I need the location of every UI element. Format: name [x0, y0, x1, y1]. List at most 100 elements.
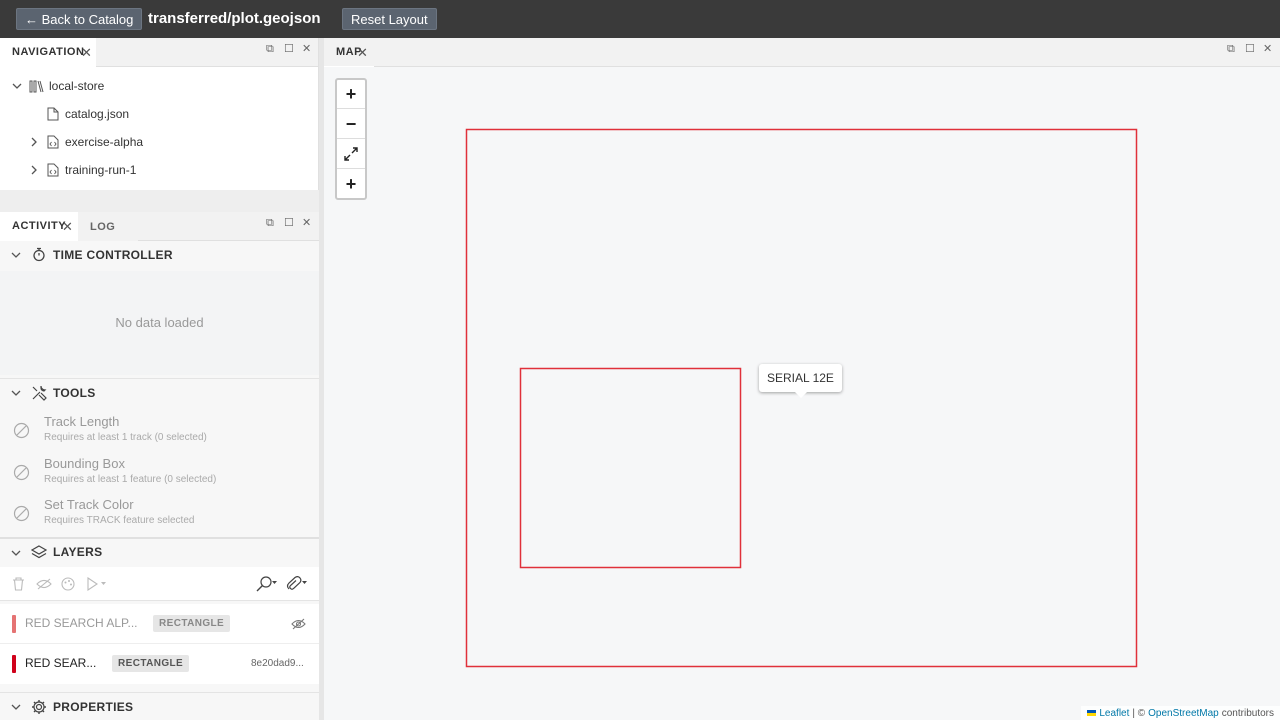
library-icon — [29, 80, 44, 93]
add-feature-button[interactable]: + — [337, 170, 365, 199]
section-title: TOOLS — [53, 385, 96, 400]
chevron-right-icon — [31, 165, 37, 175]
tree-item-local-store[interactable]: local-store — [0, 72, 319, 100]
delete-icon[interactable] — [12, 577, 25, 591]
properties-header[interactable]: PROPERTIES — [0, 692, 319, 720]
popout-icon[interactable]: ⧉ — [266, 44, 276, 55]
close-panel-icon[interactable]: ✕ — [1263, 44, 1273, 55]
activity-panel: ACTIVITY ✕ LOG ⧉ ☐ ✕ TIME CONTROLLER No … — [0, 212, 319, 720]
layer-name: RED SEAR... — [25, 656, 97, 670]
disabled-icon — [13, 464, 30, 481]
section-title: TIME CONTROLLER — [53, 248, 173, 262]
layer-row[interactable]: RED SEARCH ALP... RECTANGLE — [0, 604, 319, 644]
chevron-right-icon — [31, 137, 37, 147]
popout-icon[interactable]: ⧉ — [266, 218, 276, 229]
osm-link[interactable]: OpenStreetMap — [1148, 708, 1219, 719]
maximize-icon[interactable]: ☐ — [284, 218, 294, 229]
close-icon[interactable]: ✕ — [81, 46, 92, 59]
layer-name: RED SEARCH ALP... — [25, 616, 138, 630]
horizontal-splitter[interactable] — [0, 190, 319, 212]
search-dropdown-icon[interactable] — [256, 576, 278, 592]
tab-activity-label: ACTIVITY — [12, 220, 67, 232]
close-icon[interactable]: ✕ — [357, 46, 368, 59]
code-file-icon — [47, 135, 59, 149]
tool-name: Set Track Color — [44, 497, 134, 512]
fit-bounds-button[interactable] — [337, 140, 365, 169]
tool-name: Track Length — [44, 414, 120, 429]
top-bar: ← Back to Catalog transferred/plot.geojs… — [0, 0, 1280, 38]
tree-item-label: catalog.json — [65, 107, 130, 121]
layers-icon — [31, 545, 47, 559]
tree-item-label: training-run-1 — [65, 163, 137, 177]
hidden-eye-icon[interactable] — [291, 618, 306, 630]
file-icon — [47, 107, 59, 121]
code-file-icon — [47, 163, 59, 177]
disabled-icon — [13, 505, 30, 522]
time-controller-body: No data loaded — [0, 271, 319, 375]
layer-color-swatch — [12, 655, 16, 673]
rectangle-feature-inner[interactable] — [519, 367, 742, 569]
flag-icon — [1087, 710, 1097, 716]
layer-id: 8e20dad9... — [251, 658, 304, 669]
tree-item-label: exercise-alpha — [65, 135, 144, 149]
chevron-down-icon — [11, 252, 21, 258]
section-title: PROPERTIES — [53, 699, 134, 714]
popout-icon[interactable]: ⧉ — [1227, 44, 1237, 55]
expand-icon — [344, 147, 358, 161]
maximize-icon[interactable]: ☐ — [1245, 44, 1255, 55]
attach-dropdown-icon[interactable] — [286, 576, 308, 592]
layer-row[interactable]: RED SEAR... RECTANGLE 8e20dad9... — [0, 644, 319, 684]
hide-icon[interactable] — [36, 578, 52, 590]
chevron-down-icon — [11, 390, 21, 396]
leaflet-link[interactable]: Leaflet — [1099, 708, 1129, 719]
play-dropdown-icon[interactable] — [86, 577, 108, 591]
zoom-control: + − + — [335, 78, 367, 200]
tools-header[interactable]: TOOLS — [0, 378, 319, 406]
tab-navigation-label: NAVIGATION — [12, 46, 85, 58]
tab-log[interactable]: LOG — [78, 212, 138, 241]
tool-track-length[interactable]: Track Length Requires at least 1 track (… — [0, 414, 319, 454]
tree-item-training-run-1[interactable]: training-run-1 — [0, 156, 319, 184]
maximize-icon[interactable]: ☐ — [284, 44, 294, 55]
chevron-down-icon — [11, 704, 21, 710]
layer-type-badge: RECTANGLE — [153, 615, 231, 632]
tree-item-exercise-alpha[interactable]: exercise-alpha — [0, 128, 319, 156]
disabled-icon — [13, 422, 30, 439]
chevron-down-icon — [11, 550, 21, 556]
tool-requirement: Requires at least 1 feature (0 selected) — [44, 474, 217, 485]
tool-bounding-box[interactable]: Bounding Box Requires at least 1 feature… — [0, 456, 319, 496]
attribution-contributors: contributors — [1221, 707, 1274, 719]
tree-item-catalog-json[interactable]: catalog.json — [0, 100, 319, 128]
tab-log-label: LOG — [90, 220, 116, 233]
tool-set-track-color[interactable]: Set Track Color Requires TRACK feature s… — [0, 497, 319, 537]
back-to-catalog-button[interactable]: ← Back to Catalog — [16, 8, 143, 30]
close-icon[interactable]: ✕ — [62, 220, 73, 233]
layers-toolbar — [0, 567, 319, 601]
feature-tooltip: SERIAL 12E — [759, 364, 842, 398]
empty-state-text: No data loaded — [115, 315, 204, 330]
layer-color-swatch — [12, 615, 16, 633]
tree-item-label: local-store — [49, 79, 105, 93]
tools-icon — [32, 385, 47, 401]
map-attribution: Leaflet | © OpenStreetMap contributors — [1081, 706, 1280, 720]
layer-type-badge: RECTANGLE — [112, 655, 190, 672]
stopwatch-icon — [33, 247, 45, 262]
navigation-panel: NAVIGATION ✕ ⧉ ☐ ✕ local-store catalog.j… — [0, 38, 319, 190]
palette-icon[interactable] — [61, 577, 75, 591]
zoom-in-button[interactable]: + — [337, 80, 365, 109]
close-panel-icon[interactable]: ✕ — [302, 218, 312, 229]
attribution-separator: | © — [1132, 707, 1146, 719]
close-panel-icon[interactable]: ✕ — [302, 44, 312, 55]
time-controller-header[interactable]: TIME CONTROLLER — [0, 241, 319, 269]
rectangle-feature-outer[interactable] — [465, 128, 1138, 668]
chevron-down-icon — [12, 83, 22, 89]
activity-tabstrip: ACTIVITY ✕ LOG ⧉ ☐ ✕ — [0, 212, 319, 241]
layers-header[interactable]: LAYERS — [0, 537, 319, 565]
gear-icon — [32, 700, 46, 714]
map-tabstrip: MAP ✕ ⧉ ☐ ✕ — [324, 38, 1280, 67]
navigation-tabstrip: NAVIGATION ✕ ⧉ ☐ ✕ — [0, 38, 318, 67]
reset-layout-button[interactable]: Reset Layout — [342, 8, 437, 30]
tool-requirement: Requires at least 1 track (0 selected) — [44, 432, 207, 443]
section-title: LAYERS — [53, 545, 103, 559]
zoom-out-button[interactable]: − — [337, 110, 365, 139]
